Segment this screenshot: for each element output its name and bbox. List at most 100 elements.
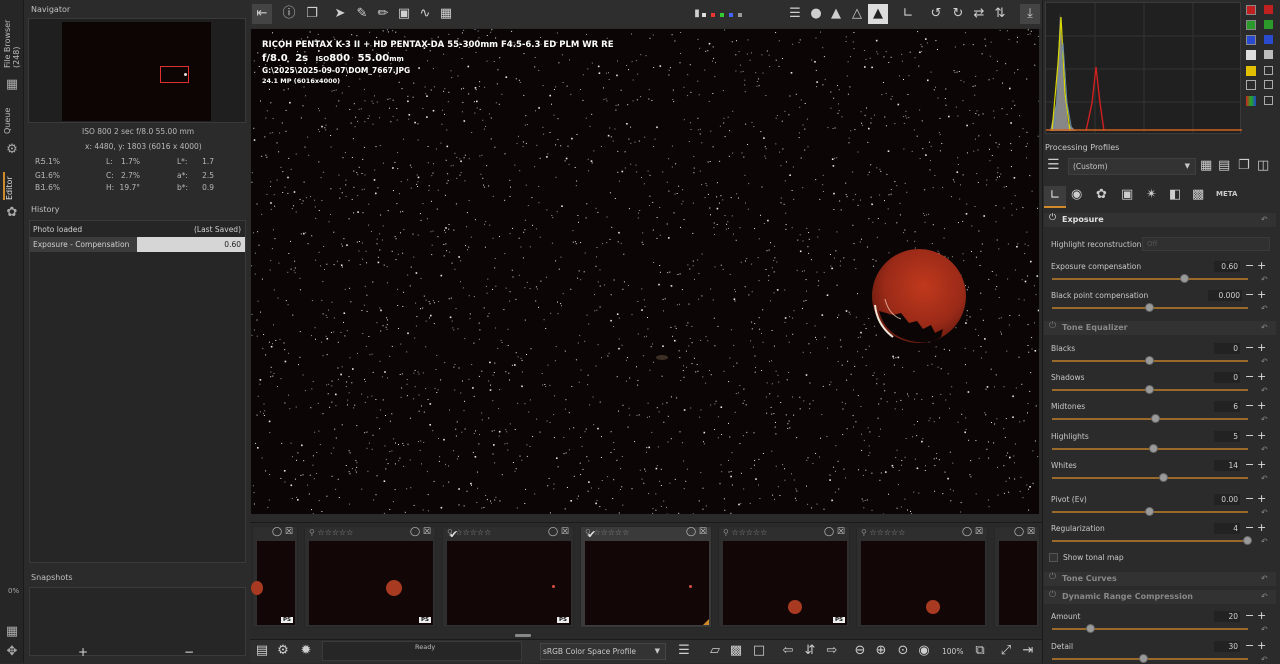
power-icon[interactable]: ⏻ bbox=[1049, 321, 1056, 331]
save-profile-icon[interactable]: ▤ bbox=[1218, 158, 1230, 173]
power-icon[interactable]: ⏻ bbox=[1049, 572, 1056, 582]
filmstrip-thumbnail[interactable]: ◯ ☒ bbox=[994, 526, 1040, 628]
collapse-right-icon[interactable]: ⇥ bbox=[1018, 641, 1038, 661]
filmstrip-thumbnail[interactable]: ⚲ ☆☆☆☆☆◯ ☒✔PS bbox=[442, 526, 574, 628]
white-balance-picker-icon[interactable]: ✎ bbox=[352, 4, 372, 24]
next-image-icon[interactable]: ⇨ bbox=[822, 641, 842, 661]
trash-icon[interactable]: ◯ ☒ bbox=[548, 527, 569, 537]
hist-blue-small[interactable] bbox=[1264, 35, 1273, 44]
intent-icon[interactable]: ☰ bbox=[674, 641, 694, 661]
tone-eq-whites-value[interactable]: 14 bbox=[1214, 460, 1240, 471]
tone-eq-whites-slider[interactable] bbox=[1052, 477, 1248, 479]
show-tonal-map-checkbox[interactable] bbox=[1049, 553, 1058, 562]
highlight-reconstruction-select[interactable]: Off bbox=[1142, 237, 1270, 251]
increment-button[interactable]: + bbox=[1257, 493, 1266, 504]
color-profile-select[interactable]: sRGB Color Space Profile ▼ bbox=[540, 643, 666, 660]
queue-icon[interactable]: ⚙ bbox=[273, 641, 293, 661]
decrement-button[interactable]: − bbox=[1245, 459, 1254, 470]
decrement-button[interactable]: − bbox=[1245, 342, 1254, 353]
advanced-tab-icon[interactable]: ▣ bbox=[1121, 187, 1133, 202]
flip-vertical-icon[interactable]: ⇅ bbox=[990, 4, 1010, 24]
tab-editor[interactable]: Editor bbox=[3, 172, 14, 200]
rotate-right-icon[interactable]: ↻ bbox=[948, 4, 968, 24]
hist-mode-toggle[interactable] bbox=[1246, 80, 1256, 90]
zoom-out-icon[interactable]: ⊖ bbox=[850, 641, 870, 661]
before-after-icon[interactable]: ❐ bbox=[302, 4, 322, 24]
aperture-icon[interactable]: ✿ bbox=[4, 206, 20, 220]
trash-icon[interactable]: ◯ ☒ bbox=[686, 527, 707, 537]
filmstrip-thumbnail[interactable]: ⚲ ☆☆☆☆☆◯ ☒ bbox=[856, 526, 988, 628]
detail-tab-icon[interactable]: ◉ bbox=[1071, 187, 1082, 202]
straighten-icon[interactable]: ∿ bbox=[415, 4, 435, 24]
black-point-compensation-value[interactable]: 0.000 bbox=[1208, 290, 1242, 301]
new-window-icon[interactable]: ⧉ bbox=[970, 641, 990, 661]
decrement-button[interactable]: − bbox=[1245, 522, 1254, 533]
trash-icon[interactable]: ◯ ☒ bbox=[272, 527, 293, 537]
decrement-button[interactable]: − bbox=[1245, 640, 1254, 651]
softproof-icon[interactable]: ▱ bbox=[705, 641, 725, 661]
color-tab-icon[interactable]: ✿ bbox=[1096, 187, 1107, 202]
tone-eq-blacks-value[interactable]: 0 bbox=[1214, 343, 1240, 354]
reset-icon[interactable]: ↶ bbox=[1261, 415, 1268, 424]
reset-icon[interactable]: ↶ bbox=[1261, 508, 1268, 517]
hist-bar-toggle[interactable] bbox=[1264, 66, 1273, 75]
filmstrip-thumbnail[interactable]: ⚲ ☆☆☆☆☆◯ ☒PS bbox=[718, 526, 850, 628]
rating-stars[interactable]: ⚲ ☆☆☆☆☆ bbox=[309, 528, 353, 537]
tone-eq-highlights-value[interactable]: 5 bbox=[1214, 431, 1240, 442]
tone-eq-pivot-ev--value[interactable]: 0.00 bbox=[1214, 494, 1240, 505]
exposure-compensation-slider[interactable] bbox=[1052, 278, 1248, 280]
decrement-button[interactable]: − bbox=[1245, 493, 1254, 504]
filmstrip-thumbnail[interactable]: ◯ ☒PS bbox=[252, 526, 298, 628]
collapse-all-icon[interactable]: ⤢ bbox=[996, 641, 1016, 661]
hist-luminance-toggle[interactable] bbox=[1246, 50, 1256, 60]
reset-icon[interactable]: ↶ bbox=[1261, 445, 1268, 454]
reset-icon[interactable]: ↶ bbox=[1261, 357, 1268, 366]
rating-stars[interactable]: ⚲ ☆☆☆☆☆ bbox=[861, 528, 905, 537]
rotate-left-icon[interactable]: ↺ bbox=[926, 4, 946, 24]
hist-red-small[interactable] bbox=[1264, 5, 1273, 14]
histogram-toggle-icon[interactable]: ∟ bbox=[898, 4, 918, 24]
zoom-fit-icon[interactable]: ⊙ bbox=[893, 641, 913, 661]
hist-chroma-toggle[interactable] bbox=[1264, 50, 1273, 59]
clipped-highlight-warning-icon[interactable]: ▲ bbox=[868, 4, 888, 24]
focus-mask-icon[interactable]: ☰ bbox=[785, 4, 805, 24]
increment-button[interactable]: + bbox=[1257, 459, 1266, 470]
zoom-in-icon[interactable]: ⊕ bbox=[871, 641, 891, 661]
history-row-selected[interactable]: Exposure - Compensation 0.60 bbox=[30, 237, 245, 252]
reset-icon[interactable]: ↶ bbox=[1261, 625, 1268, 634]
image-canvas[interactable] bbox=[251, 29, 1039, 514]
reset-icon[interactable]: ↶ bbox=[1261, 537, 1268, 546]
flip-horizontal-icon[interactable]: ⇄ bbox=[969, 4, 989, 24]
exposure-tab-icon[interactable]: ∟ bbox=[1044, 186, 1066, 208]
drc-detail-value[interactable]: 30 bbox=[1214, 641, 1240, 652]
increment-button[interactable]: + bbox=[1257, 610, 1266, 621]
profile-select[interactable]: (Custom) ▼ bbox=[1068, 158, 1196, 175]
external-editor-icon[interactable]: ✹ bbox=[296, 641, 316, 661]
decrement-button[interactable]: − bbox=[1245, 400, 1254, 411]
copy-profile-icon[interactable]: ❐ bbox=[1238, 158, 1250, 173]
increment-button[interactable]: + bbox=[1257, 522, 1266, 533]
filmstrip-thumbnail[interactable]: ⚲ ☆☆☆☆☆◯ ☒✔ bbox=[580, 526, 712, 628]
metadata-tab[interactable]: META bbox=[1216, 190, 1237, 198]
hist-raw-toggle[interactable] bbox=[1246, 66, 1256, 76]
trash-icon[interactable]: ◯ ☒ bbox=[1014, 527, 1035, 537]
hist-green-toggle[interactable] bbox=[1246, 20, 1256, 30]
zoom-100-icon[interactable]: ◉ bbox=[914, 641, 934, 661]
tone-eq-shadows-slider-handle[interactable] bbox=[1145, 385, 1154, 394]
transform-tab-icon[interactable]: ◧ bbox=[1169, 187, 1181, 202]
tab-file-browser[interactable]: File Browser (248) bbox=[3, 6, 21, 68]
drc-amount-value[interactable]: 20 bbox=[1214, 611, 1240, 622]
folder-icon[interactable]: ▦ bbox=[4, 78, 20, 92]
hist-options-toggle[interactable] bbox=[1264, 96, 1273, 105]
reset-icon[interactable]: ↶ bbox=[1261, 304, 1268, 313]
paste-profile-icon[interactable]: ◫ bbox=[1257, 158, 1269, 173]
hand-cursor-icon[interactable]: ➤ bbox=[330, 4, 350, 24]
reset-icon[interactable]: ↶ bbox=[1261, 275, 1268, 284]
reset-icon[interactable]: ↶ bbox=[1261, 323, 1268, 332]
decrement-button[interactable]: − bbox=[1245, 371, 1254, 382]
gamut-check-icon[interactable]: ▩ bbox=[726, 641, 746, 661]
fullscreen-icon[interactable]: □ bbox=[749, 641, 769, 661]
reset-icon[interactable]: ↶ bbox=[1261, 574, 1268, 583]
increment-button[interactable]: + bbox=[1257, 342, 1266, 353]
remove-snapshot-button[interactable]: − bbox=[184, 645, 194, 659]
